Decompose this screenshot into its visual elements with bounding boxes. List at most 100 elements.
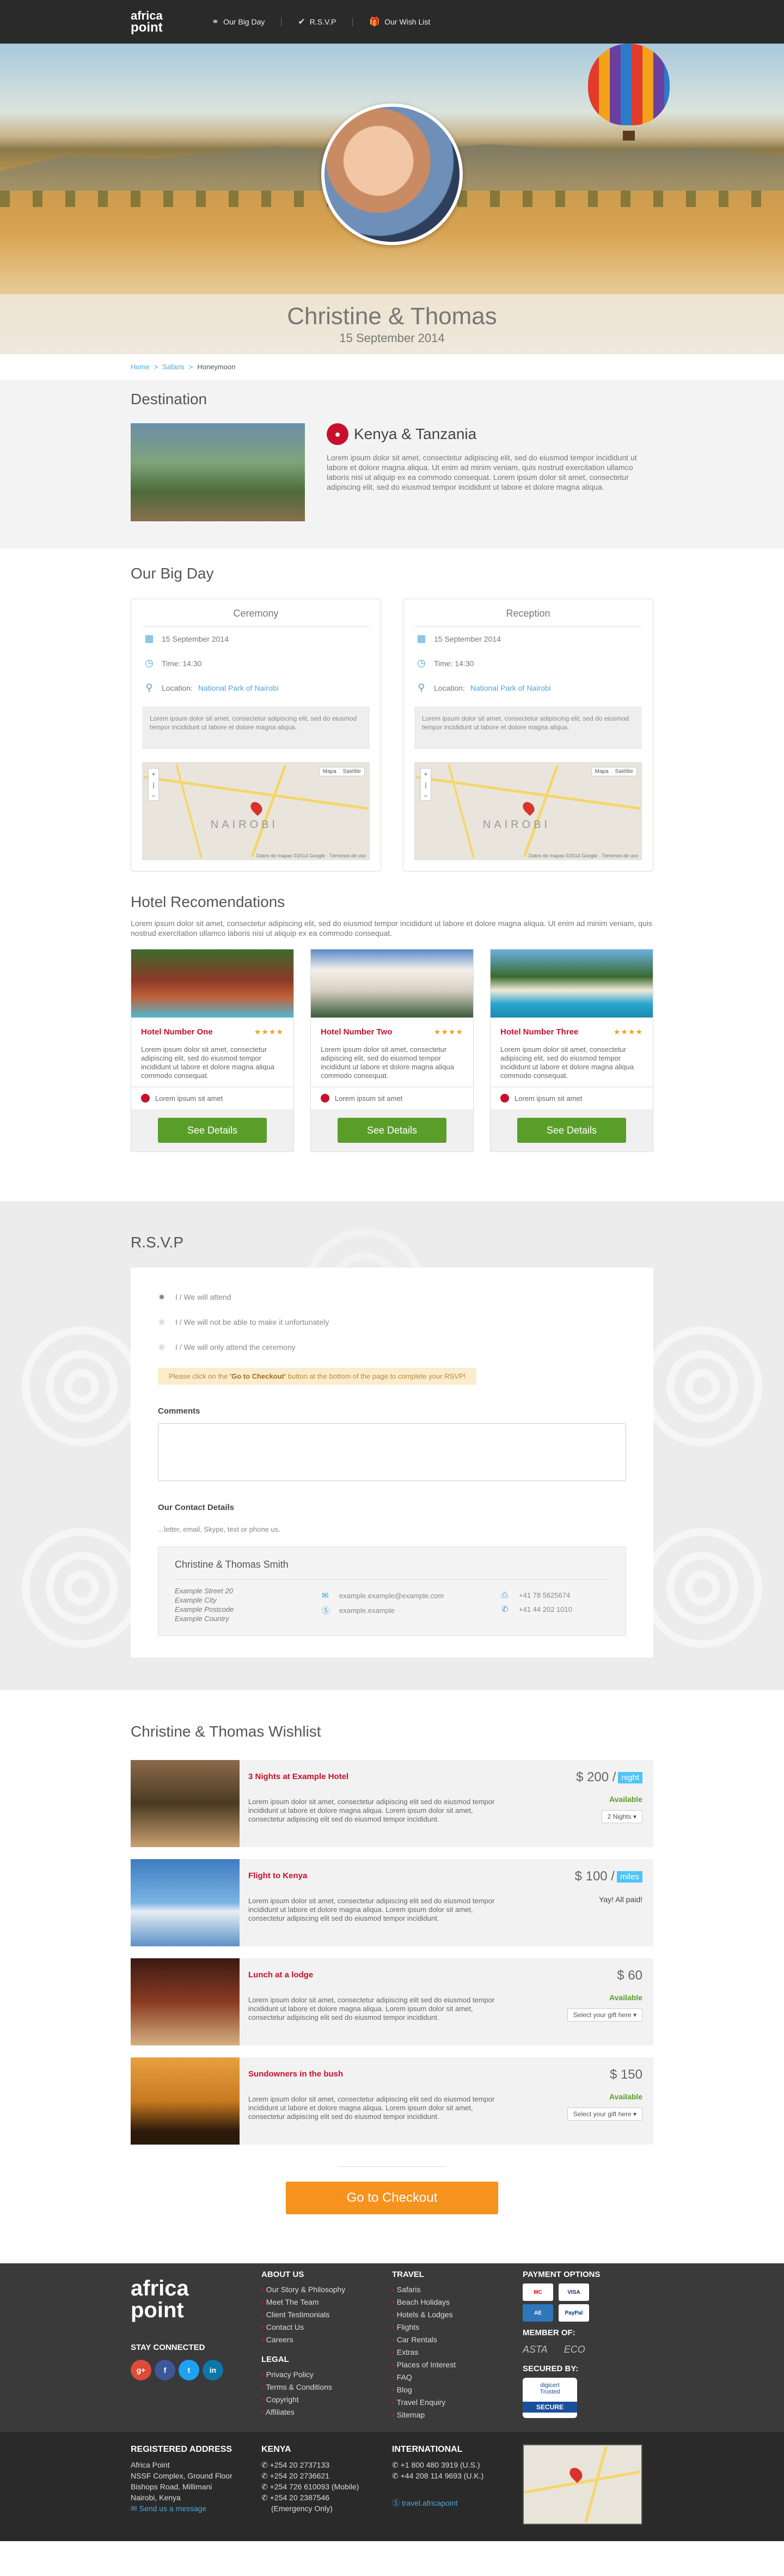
event-date: 15 September 2014	[162, 634, 229, 643]
footer-link[interactable]: Terms & Conditions	[261, 2381, 392, 2394]
location-pin-icon: ⚲	[145, 682, 153, 693]
contact-card: Christine & Thomas Smith Example Street …	[158, 1546, 626, 1636]
radio-button[interactable]	[158, 1318, 166, 1326]
footer-link[interactable]: FAQ	[392, 2371, 523, 2384]
go-to-checkout-button[interactable]: Go to Checkout	[286, 2182, 498, 2214]
nav-our-big-day[interactable]: ⚭ Our Big Day	[195, 16, 281, 27]
couple-names: Christine & Thomas	[287, 303, 497, 330]
footer-link[interactable]: Copyright	[261, 2394, 392, 2406]
select-value: Select your gift here	[573, 2110, 632, 2118]
note-bold: 'Go to Checkout'	[230, 1372, 286, 1380]
footer-link[interactable]: Privacy Policy	[261, 2368, 392, 2381]
nav-rsvp[interactable]: ✔ R.S.V.P	[281, 16, 352, 27]
map-type-control[interactable]: Mapa Satélite	[318, 767, 365, 776]
map-type-satellite[interactable]: Satélite	[340, 768, 364, 776]
clock-icon: ◷	[417, 657, 426, 668]
gift-select[interactable]: Select your gift here ▾	[567, 2108, 642, 2121]
map-type-control[interactable]: Mapa Satélite	[591, 767, 637, 776]
phone-number: +1 800 480 3919 (U.S.)	[400, 2461, 480, 2469]
phone-icon: ✆	[261, 2461, 270, 2469]
footer-link[interactable]: Meet The Team	[261, 2296, 392, 2309]
event-time: Time: 14:30	[162, 659, 202, 668]
event-map[interactable]: + | − Mapa Satélite NAIROBI Datos de mapas …	[414, 762, 642, 860]
hotel-image	[491, 949, 653, 1018]
footer-link[interactable]: Places of Interest	[392, 2359, 523, 2371]
footer-link[interactable]: Careers	[261, 2334, 392, 2346]
logo[interactable]: africa point	[131, 10, 163, 34]
logo-line1: africa	[131, 2276, 189, 2300]
breadcrumb-safaris[interactable]: Safaris	[162, 363, 184, 371]
breadcrumb: Home > Safaris > Honeymoon	[131, 354, 653, 380]
gift-select[interactable]: Select your gift here ▾	[567, 2008, 642, 2021]
see-details-button[interactable]: See Details	[338, 1118, 446, 1143]
map-zoom-control[interactable]: + | −	[148, 768, 159, 801]
rsvp-option-decline[interactable]: I / We will not be able to make it unfor…	[158, 1318, 626, 1326]
map-type-satellite[interactable]: Satélite	[612, 768, 636, 776]
footer-link[interactable]: Safaris	[392, 2283, 523, 2296]
contact-email[interactable]: example.example@example.com	[339, 1592, 444, 1600]
footer-link[interactable]: Affiliates	[261, 2406, 392, 2419]
linkedin-icon[interactable]: in	[203, 2360, 223, 2380]
footer-link[interactable]: Extras	[392, 2346, 523, 2359]
event-map[interactable]: + | − Mapa Satélite NAIROBI Datos de mapas …	[142, 762, 370, 860]
event-card-reception: Reception ▦ 15 September 2014 ◷ Time: 14:3…	[403, 599, 653, 872]
see-details-button[interactable]: See Details	[158, 1118, 267, 1143]
wishlist-title: Christine & Thomas Wishlist	[131, 1723, 321, 1740]
footer-link[interactable]: Car Rentals	[392, 2334, 523, 2346]
legal-heading: LEGAL	[261, 2355, 289, 2364]
phone-icon: ✆	[392, 2471, 401, 2480]
google-plus-icon[interactable]: g+	[131, 2360, 151, 2380]
see-details-button[interactable]: See Details	[517, 1118, 626, 1143]
wishlist-item-description: Lorem ipsum dolor sit amet, consectetur …	[248, 1996, 495, 2021]
twitter-icon[interactable]: t	[179, 2360, 199, 2380]
office-map[interactable]	[523, 2444, 642, 2525]
africa-map-icon	[321, 1094, 329, 1103]
map-type-map[interactable]: Mapa	[320, 768, 340, 776]
contact-skype[interactable]: example.example	[339, 1606, 395, 1615]
asta-logo: ASTA	[523, 2344, 548, 2355]
footer-link[interactable]: Flights	[392, 2321, 523, 2334]
availability-status: Available	[609, 1993, 642, 2002]
select-value: 2 Nights	[607, 1813, 632, 1820]
price-unit-badge: night	[618, 1772, 642, 1784]
skype-icon: Ⓢ	[392, 2499, 402, 2507]
secured-heading: SECURED BY:	[523, 2364, 579, 2373]
rsvp-option-ceremony-only[interactable]: I / We will only attend the ceremony	[158, 1343, 626, 1351]
footer-logo[interactable]: africa point	[131, 2277, 261, 2321]
skype-link[interactable]: travel.africapoint	[402, 2499, 458, 2507]
footer-link[interactable]: Travel Enquiry	[392, 2396, 523, 2409]
footer-link[interactable]: Blog	[392, 2384, 523, 2396]
africa-map-icon: ●	[327, 423, 348, 445]
availability-status: Available	[609, 1795, 642, 1804]
comments-textarea[interactable]	[158, 1423, 626, 1481]
radio-button[interactable]	[158, 1293, 166, 1301]
map-zoom-control[interactable]: + | −	[420, 768, 431, 801]
nav-wish-list[interactable]: 🎁 Our Wish List	[353, 16, 446, 27]
contact-name: Christine & Thomas Smith	[175, 1559, 609, 1580]
breadcrumb-home[interactable]: Home	[131, 363, 150, 371]
map-type-map[interactable]: Mapa	[592, 768, 612, 776]
footer-link[interactable]: Beach Holidays	[392, 2296, 523, 2309]
phone-number: +44 208 114 9693 (U.K.)	[400, 2471, 484, 2480]
send-message-link[interactable]: Send us a message	[139, 2504, 207, 2513]
about-heading: ABOUT US	[261, 2270, 304, 2279]
footer-link[interactable]: Contact Us	[261, 2321, 392, 2334]
location-pin-icon: ⚲	[418, 682, 425, 693]
chevron-down-icon: ▾	[633, 2011, 636, 2019]
footer-link[interactable]: Hotels & Lodges	[392, 2309, 523, 2321]
footer-link[interactable]: Our Story & Philosophy	[261, 2283, 392, 2296]
footer-link[interactable]: Sitemap	[392, 2409, 523, 2421]
badge-brand: digicert	[540, 2382, 560, 2389]
facebook-icon[interactable]: f	[155, 2360, 175, 2380]
event-location-link[interactable]: National Park of Nairobi	[470, 684, 551, 692]
gift-select[interactable]: 2 Nights ▾	[601, 1810, 642, 1823]
radio-button[interactable]	[158, 1343, 166, 1351]
kenya-heading: KENYA	[261, 2445, 291, 2454]
footer-link[interactable]: Client Testimonials	[261, 2309, 392, 2321]
event-location-link[interactable]: National Park of Nairobi	[198, 684, 279, 692]
phone-icon: ✆	[392, 2461, 401, 2469]
destination-image	[131, 423, 305, 521]
event-title: Ceremony	[142, 608, 370, 626]
rsvp-option-attend[interactable]: I / We will attend	[158, 1293, 626, 1301]
swirl-decoration	[22, 1326, 142, 1446]
